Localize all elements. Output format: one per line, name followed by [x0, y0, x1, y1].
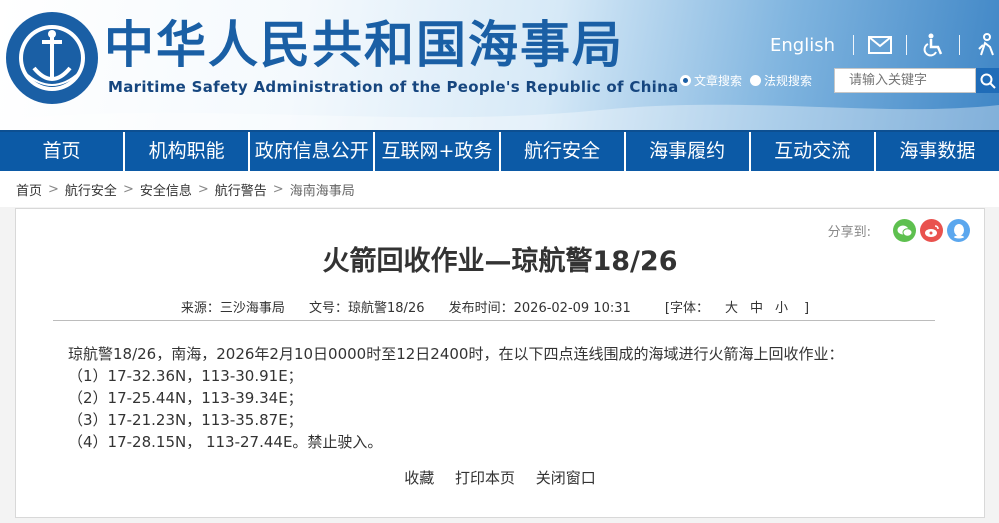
accessibility-icon[interactable]: [919, 32, 947, 58]
close-window-button[interactable]: 关闭窗口: [536, 469, 596, 487]
msa-logo[interactable]: [4, 10, 100, 106]
radio-dot: [680, 75, 691, 86]
search-button[interactable]: [976, 68, 999, 93]
top-links: English: [760, 30, 999, 60]
nav-home[interactable]: 首页: [0, 132, 126, 171]
divider: [959, 35, 960, 55]
print-button[interactable]: 打印本页: [455, 469, 515, 487]
font-medium-button[interactable]: 中: [750, 301, 763, 316]
font-small-button[interactable]: 小: [775, 301, 788, 316]
main-nav: 首页 机构职能 政府信息公开 互联网+政务 航行安全 海事履约 互动交流 海事数…: [0, 130, 999, 171]
article-paragraph: （4）17-28.15N， 113-27.44E。禁止驶入。: [68, 433, 383, 451]
nav-functions[interactable]: 机构职能: [125, 132, 251, 171]
breadcrumb-item[interactable]: 航行安全: [65, 180, 117, 199]
font-large-button[interactable]: 大: [725, 301, 738, 316]
share-label: 分享到:: [827, 225, 871, 240]
meta-doc-number: 文号：琼航警18/26: [309, 301, 425, 316]
favorite-button[interactable]: 收藏: [404, 469, 434, 487]
font-size-close: ]: [804, 301, 810, 316]
elderly-care-icon[interactable]: [972, 32, 999, 58]
radio-dot: [750, 75, 762, 86]
font-size-label: [字体：: [664, 301, 709, 316]
breadcrumb-current[interactable]: 海南海事局: [290, 180, 355, 199]
breadcrumb: 首页 > 航行安全 > 安全信息 > 航行警告 > 海南海事局: [0, 171, 999, 207]
breadcrumb-item[interactable]: 安全信息: [140, 180, 192, 199]
article-actions: 收藏 打印本页 关闭窗口: [16, 467, 984, 488]
radio-regulation-search[interactable]: 法规搜索: [750, 72, 812, 89]
nav-internet-gov[interactable]: 互联网+政务: [375, 132, 501, 171]
nav-convention[interactable]: 海事履约: [626, 132, 751, 171]
breadcrumb-item[interactable]: 首页: [16, 180, 42, 199]
breadcrumb-separator: >: [197, 181, 209, 197]
article-paragraph: （3）17-21.23N，113-35.87E；: [68, 411, 303, 429]
radio-article-label: 文章搜索: [694, 74, 743, 88]
article-panel: 分享到: 火箭回收作业—琼航警18/26 来源：三沙海事局 文号：琼航警18/2…: [15, 208, 985, 518]
header-wave-decoration: [0, 104, 999, 130]
mail-icon[interactable]: [866, 32, 894, 58]
nav-interaction[interactable]: 互动交流: [751, 132, 876, 171]
nav-data[interactable]: 海事数据: [876, 132, 999, 171]
breadcrumb-separator: >: [48, 181, 59, 197]
site-title-en: Maritime Safety Administration of the Pe…: [108, 78, 679, 96]
divider: [906, 35, 907, 55]
nav-gov-info[interactable]: 政府信息公开: [250, 132, 376, 171]
article-body: 琼航警18/26，南海，2026年2月10日0000时至12日2400时，在以下…: [68, 343, 938, 453]
search-icon: [980, 73, 996, 89]
meta-publish-time: 发布时间：2026-02-09 10:31: [448, 301, 631, 316]
article-paragraph: （2）17-25.44N，113-39.34E；: [68, 389, 303, 407]
title-divider: [53, 320, 935, 321]
article-paragraph: （1）17-32.36N，113-30.91E；: [68, 367, 303, 385]
english-link[interactable]: English: [760, 35, 845, 56]
search-type-radios: 文章搜索 法规搜索: [680, 72, 820, 89]
article-meta: 来源：三沙海事局 文号：琼航警18/26 发布时间：2026-02-09 10:…: [16, 297, 984, 316]
article-paragraph: 琼航警18/26，南海，2026年2月10日0000时至12日2400时，在以下…: [68, 345, 844, 363]
article-title: 火箭回收作业—琼航警18/26: [322, 246, 678, 277]
breadcrumb-separator: >: [272, 181, 284, 197]
nav-navigation-safety[interactable]: 航行安全: [501, 132, 626, 171]
radio-article-search[interactable]: 文章搜索: [680, 72, 742, 89]
radio-regulation-label: 法规搜索: [764, 74, 813, 88]
breadcrumb-item[interactable]: 航行警告: [215, 180, 267, 199]
site-title-cn: 中华人民共和国海事局: [104, 16, 624, 74]
meta-source: 来源：三沙海事局: [180, 301, 285, 316]
site-header: 中华人民共和国海事局 Maritime Safety Administratio…: [0, 0, 999, 130]
search-input[interactable]: [834, 68, 976, 93]
divider: [853, 35, 854, 55]
breadcrumb-separator: >: [122, 181, 134, 197]
font-size-control: [字体： 大中小]: [655, 301, 819, 316]
